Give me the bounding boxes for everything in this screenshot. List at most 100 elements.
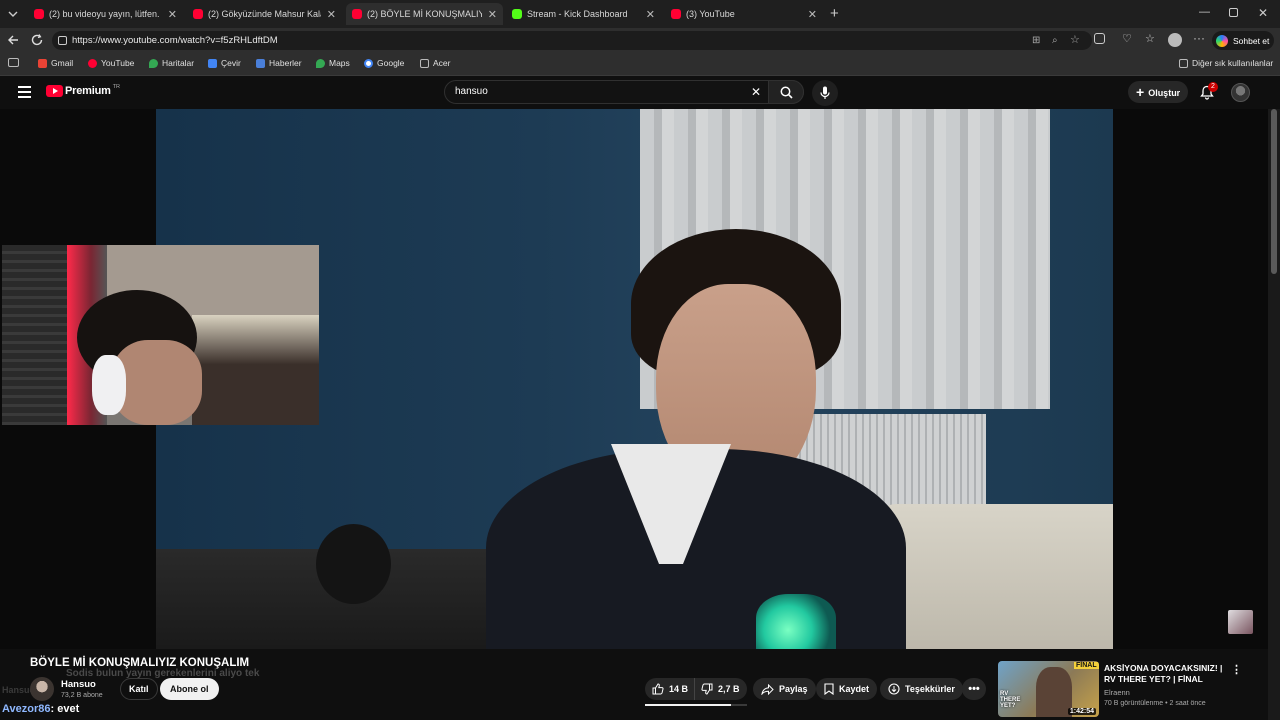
- video-info-panel: BÖYLE Mİ KONUŞMALIYIZ KONUŞALIM Sodis bu…: [0, 649, 1268, 720]
- facecam-overlay: [2, 245, 319, 425]
- facecam-left-wall: [2, 245, 67, 425]
- bookmark-label: Haberler: [269, 58, 302, 68]
- close-tab-icon[interactable]: ✕: [488, 8, 497, 21]
- bookmark-haberler[interactable]: Haberler: [256, 58, 302, 68]
- collections-icon[interactable]: ☆: [1145, 32, 1155, 45]
- notifications-button[interactable]: 2: [1198, 82, 1218, 102]
- menu-dots-icon[interactable]: ···: [1193, 31, 1205, 45]
- bookmark-cevir[interactable]: Çevir: [208, 58, 241, 68]
- bookmark-label: Acer: [433, 58, 451, 68]
- bed-image: [876, 504, 1113, 649]
- folder-icon: [1179, 58, 1188, 68]
- video-player[interactable]: [0, 109, 1268, 649]
- extensions-icon[interactable]: [1094, 33, 1105, 44]
- close-tab-icon[interactable]: ✕: [327, 8, 336, 21]
- like-dislike-group: 14 B 2,7 B: [645, 678, 747, 700]
- tab-5[interactable]: (3) YouTube ✕: [665, 3, 823, 25]
- translate-icon: [208, 58, 217, 68]
- tab-list-dropdown-icon[interactable]: [6, 7, 20, 21]
- voice-search-button[interactable]: [812, 80, 838, 106]
- hamburger-menu-icon[interactable]: [18, 86, 31, 98]
- tab-3-active[interactable]: (2) BÖYLE Mİ KONUŞMALIYIZ KONUŞALIM ✕: [346, 3, 503, 25]
- logo-text: Premium: [65, 85, 111, 97]
- create-button[interactable]: + Oluştur: [1128, 81, 1188, 103]
- create-label: Oluştur: [1148, 88, 1181, 98]
- recommended-thumbnail: FİNAL RV THERE YET? 1:42:54: [998, 661, 1099, 717]
- channel-name: Elraenn: [1104, 688, 1130, 697]
- url-input[interactable]: https://www.youtube.com/watch?v=f5zRHLdf…: [52, 31, 1092, 50]
- notification-badge: 2: [1208, 82, 1218, 92]
- maximize-icon[interactable]: [1229, 8, 1238, 17]
- close-window-icon[interactable]: ✕: [1258, 6, 1268, 20]
- close-tab-icon[interactable]: ✕: [168, 8, 177, 21]
- recommended-menu-icon[interactable]: ⋮: [1231, 663, 1242, 676]
- other-bookmarks-folder[interactable]: Diğer sık kullanılanlar: [1179, 58, 1273, 68]
- recommended-channel: Elraenn: [1104, 688, 1130, 697]
- account-avatar[interactable]: [1231, 83, 1250, 102]
- translate-icon[interactable]: ⊞: [1032, 31, 1040, 50]
- reading-view-icon[interactable]: [8, 58, 19, 67]
- recommended-video[interactable]: FİNAL RV THERE YET? 1:42:54 AKSİYONA DOY…: [998, 661, 1268, 720]
- tab-title: (3) YouTube: [686, 9, 735, 19]
- search-button[interactable]: [768, 80, 804, 104]
- tab-title: (2) bu videoyu yayın, lütfen. - YouTube: [49, 9, 162, 19]
- more-dots-icon: •••: [968, 683, 980, 695]
- maps-pin-icon: [316, 58, 325, 68]
- close-tab-icon[interactable]: ✕: [646, 8, 655, 21]
- copilot-icon: [1216, 34, 1228, 47]
- clear-search-icon[interactable]: ✕: [751, 81, 761, 103]
- minimize-icon[interactable]: —: [1199, 6, 1210, 18]
- tab-1[interactable]: (2) bu videoyu yayın, lütfen. - YouTube …: [28, 3, 183, 25]
- youtube-premium-logo[interactable]: Premium TR: [46, 84, 120, 97]
- page-scrollbar[interactable]: [1268, 109, 1280, 720]
- scrollbar-thumb[interactable]: [1271, 109, 1277, 274]
- video-duration: 1:42:54: [1067, 708, 1096, 715]
- url-text: https://www.youtube.com/watch?v=f5zRHLdf…: [72, 35, 278, 46]
- dislike-button[interactable]: 2,7 B: [695, 678, 740, 700]
- performance-icon[interactable]: ♡: [1122, 32, 1132, 45]
- profile-avatar[interactable]: [1168, 33, 1182, 47]
- thumbs-down-icon: [701, 683, 713, 695]
- tab-4[interactable]: Stream - Kick Dashboard ✕: [506, 3, 661, 25]
- youtube-icon: [34, 9, 44, 19]
- bookmark-youtube[interactable]: YouTube: [88, 58, 134, 68]
- thumbnail-text: RV THERE YET?: [1000, 691, 1021, 709]
- bookmark-maps[interactable]: Maps: [316, 58, 350, 68]
- join-button[interactable]: Katıl: [120, 678, 158, 700]
- close-tab-icon[interactable]: ✕: [808, 8, 817, 21]
- youtube-icon: [193, 9, 203, 19]
- chat-button-label: Sohbet et: [1233, 35, 1270, 46]
- corner-thumbnail: [1228, 610, 1253, 634]
- maps-pin-icon: [149, 58, 158, 68]
- bookmark-acer[interactable]: Acer: [420, 58, 450, 68]
- bookmark-haritalar[interactable]: Haritalar: [149, 58, 194, 68]
- tab-2[interactable]: (2) Gökyüzünde Mahsur Kalarak 30 Gün ✕: [187, 3, 342, 25]
- refresh-icon[interactable]: [30, 33, 44, 52]
- new-tab-icon[interactable]: +: [830, 5, 839, 22]
- channel-name[interactable]: Hansuo: [61, 679, 96, 690]
- tab-title: Stream - Kick Dashboard: [527, 9, 628, 19]
- thanks-button[interactable]: Teşekkürler: [880, 678, 963, 700]
- bookmark-gmail[interactable]: Gmail: [38, 58, 73, 68]
- bookmark-google[interactable]: Google: [364, 58, 404, 68]
- news-icon: [256, 58, 265, 68]
- site-info-icon[interactable]: [58, 36, 67, 45]
- subscribe-button[interactable]: Abone ol: [160, 678, 219, 700]
- favorite-star-icon[interactable]: ☆: [1070, 31, 1080, 50]
- search-input[interactable]: hansuo ✕: [444, 80, 804, 104]
- zoom-icon[interactable]: ⌕: [1052, 31, 1058, 50]
- chat-overlay-line: Avezor86: evet: [2, 703, 79, 715]
- copilot-chat-button[interactable]: Sohbet et: [1212, 31, 1274, 50]
- dumbbell-image: [316, 524, 391, 604]
- super-thanks-icon: [888, 683, 900, 695]
- bookmark-label: Maps: [329, 58, 350, 68]
- microphone-icon: [820, 86, 830, 99]
- like-button[interactable]: 14 B: [645, 678, 695, 700]
- thumbs-up-icon: [652, 683, 664, 695]
- save-button[interactable]: Kaydet: [816, 678, 878, 700]
- back-icon[interactable]: [6, 33, 20, 52]
- channel-avatar[interactable]: [30, 677, 54, 701]
- share-button[interactable]: Paylaş: [753, 678, 816, 700]
- more-actions-button[interactable]: •••: [962, 678, 986, 700]
- bookmark-label: Çevir: [221, 58, 241, 68]
